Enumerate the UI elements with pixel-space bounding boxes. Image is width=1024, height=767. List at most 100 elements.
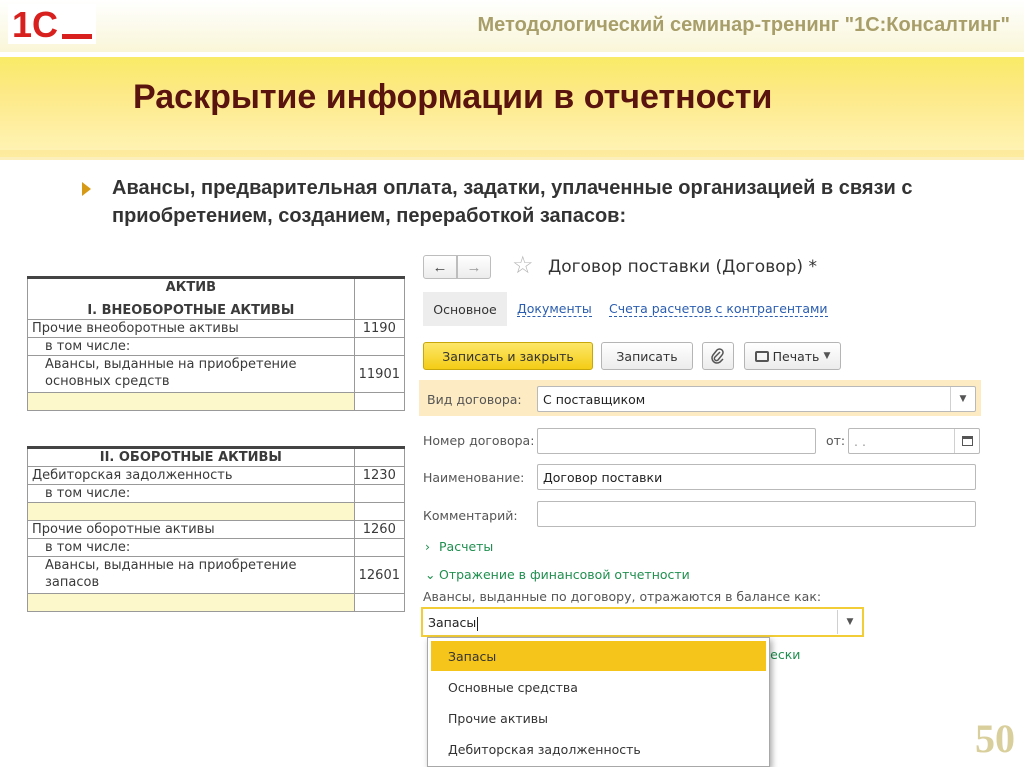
row-label: в том числе: xyxy=(27,484,355,503)
row-label: Авансы, выданные на приобретение запасов xyxy=(27,556,355,594)
contract-kind-value: С поставщиком xyxy=(543,392,646,407)
table-row: Авансы, выданные на приобретение запасов… xyxy=(27,556,406,594)
empty-cell xyxy=(353,392,406,411)
form-title: Договор поставки (Договор) * xyxy=(548,257,817,277)
calendar-icon xyxy=(961,436,973,446)
table-heading: АКТИВ I. ВНЕОБОРОТНЫЕ АКТИВЫ xyxy=(27,277,355,320)
row-code xyxy=(353,337,406,356)
name-input[interactable]: Договор поставки xyxy=(537,464,976,490)
title-band-shadow xyxy=(0,150,1024,160)
table-row xyxy=(27,392,406,411)
chevron-down-icon[interactable]: ▼ xyxy=(837,610,862,634)
empty-cell xyxy=(353,502,406,521)
tab-documents[interactable]: Документы xyxy=(517,301,592,317)
contract-number-label: Номер договора: xyxy=(423,433,535,448)
table-row xyxy=(27,502,406,521)
tab-accounts[interactable]: Счета расчетов с контрагентами xyxy=(609,301,828,317)
back-button[interactable]: ← xyxy=(423,255,457,279)
table-row: в том числе: xyxy=(27,538,406,557)
logo-1c: 1С xyxy=(8,4,96,44)
row-label: Авансы, выданные на приобретение основны… xyxy=(27,355,355,393)
star-icon[interactable]: ☆ xyxy=(512,253,534,279)
table-row: Дебиторская задолженность 1230 xyxy=(27,466,406,485)
contract-kind-label: Вид договора: xyxy=(427,392,522,407)
group-payments[interactable]: › Расчеты xyxy=(425,539,493,554)
back-arrow-icon: ← xyxy=(432,258,448,276)
table-row: АКТИВ I. ВНЕОБОРОТНЫЕ АКТИВЫ xyxy=(27,277,406,320)
row-label: в том числе: xyxy=(27,538,355,557)
row-code: 1190 xyxy=(353,319,406,338)
date-label: от: xyxy=(826,433,846,448)
printer-icon xyxy=(754,350,769,362)
table-row xyxy=(27,593,406,612)
logo-text: 1С xyxy=(12,4,58,44)
row-code xyxy=(353,484,406,503)
dropdown-option[interactable]: Основные средства xyxy=(431,672,766,702)
code-cell xyxy=(353,447,406,467)
dropdown-option[interactable]: Запасы xyxy=(431,641,766,671)
balance-table-noncurrent: АКТИВ I. ВНЕОБОРОТНЫЕ АКТИВЫ Прочие внео… xyxy=(27,276,406,411)
empty-cell xyxy=(27,502,355,521)
slide-title: Раскрытие информации в отчетности xyxy=(133,78,773,116)
group-reporting-label: Отражение в финансовой отчетности xyxy=(439,567,690,582)
chevron-down-icon: ⌄ xyxy=(425,567,436,582)
section-title: I. ВНЕОБОРОТНЫЕ АКТИВЫ xyxy=(87,303,295,318)
table-row: Прочие внеоборотные активы 1190 xyxy=(27,319,406,338)
save-button[interactable]: Записать xyxy=(601,342,693,370)
row-code: 12601 xyxy=(353,556,406,594)
attach-button[interactable] xyxy=(702,342,734,370)
date-input[interactable]: . . xyxy=(848,428,980,454)
reporting-caption: Авансы, выданные по договору, отражаются… xyxy=(423,589,822,604)
date-value: . . xyxy=(854,434,866,449)
forward-arrow-icon: → xyxy=(466,258,482,276)
comment-input[interactable] xyxy=(537,501,976,527)
group-reporting[interactable]: ⌄ Отражение в финансовой отчетности xyxy=(425,567,690,582)
table-row: Авансы, выданные на приобретение основны… xyxy=(27,355,406,393)
table-row: в том числе: xyxy=(27,337,406,356)
row-code: 1260 xyxy=(353,520,406,539)
dropdown-option[interactable]: Прочие активы xyxy=(431,703,766,733)
row-label: в том числе: xyxy=(27,337,355,356)
empty-cell xyxy=(27,392,355,411)
table-row: II. ОБОРОТНЫЕ АКТИВЫ xyxy=(27,447,406,467)
chevron-down-icon: ▼ xyxy=(823,351,831,361)
group-payments-label: Расчеты xyxy=(439,539,494,554)
section-title: II. ОБОРОТНЫЕ АКТИВЫ xyxy=(27,447,355,467)
tab-main[interactable]: Основное xyxy=(423,292,507,326)
comment-label: Комментарий: xyxy=(423,508,518,523)
bullet-text: Авансы, предварительная оплата, задатки,… xyxy=(112,177,913,227)
calendar-button[interactable] xyxy=(954,429,979,453)
code-cell xyxy=(353,277,406,320)
table-row: в том числе: xyxy=(27,484,406,503)
page-number: 50 xyxy=(975,716,1015,761)
paperclip-icon xyxy=(711,348,724,364)
forward-button[interactable]: → xyxy=(457,255,491,279)
seminar-title: Методологический семинар-тренинг "1С:Кон… xyxy=(477,14,1010,36)
tab-documents-label: Документы xyxy=(517,301,592,317)
tab-accounts-label: Счета расчетов с контрагентами xyxy=(609,301,828,317)
contract-number-input[interactable] xyxy=(537,428,816,454)
save-and-close-button[interactable]: Записать и закрыть xyxy=(423,342,593,370)
empty-cell xyxy=(353,593,406,612)
row-label: Прочие оборотные активы xyxy=(27,520,355,539)
print-label: Печать xyxy=(772,348,820,364)
row-code xyxy=(353,538,406,557)
options-dropdown: Запасы Основные средства Прочие активы Д… xyxy=(427,637,770,767)
table-row: Прочие оборотные активы 1260 xyxy=(27,520,406,539)
empty-cell xyxy=(27,593,355,612)
chevron-right-icon: › xyxy=(425,539,430,554)
bullet-arrow-icon xyxy=(82,182,91,196)
row-label: Дебиторская задолженность xyxy=(27,466,355,485)
row-code: 11901 xyxy=(353,355,406,393)
dropdown-option[interactable]: Дебиторская задолженность xyxy=(431,734,766,764)
print-button[interactable]: Печать ▼ xyxy=(744,342,841,370)
contract-kind-select[interactable]: С поставщиком ▼ xyxy=(537,386,976,412)
reporting-select[interactable]: Запасы ▼ xyxy=(421,607,864,637)
row-code: 1230 xyxy=(353,466,406,485)
balance-table-current: II. ОБОРОТНЫЕ АКТИВЫ Дебиторская задолже… xyxy=(27,446,406,612)
row-label: Прочие внеоборотные активы xyxy=(27,319,355,338)
chevron-down-icon[interactable]: ▼ xyxy=(950,387,975,411)
name-label: Наименование: xyxy=(423,470,525,485)
reporting-value: Запасы xyxy=(428,615,477,630)
heading-active: АКТИВ xyxy=(165,280,216,295)
